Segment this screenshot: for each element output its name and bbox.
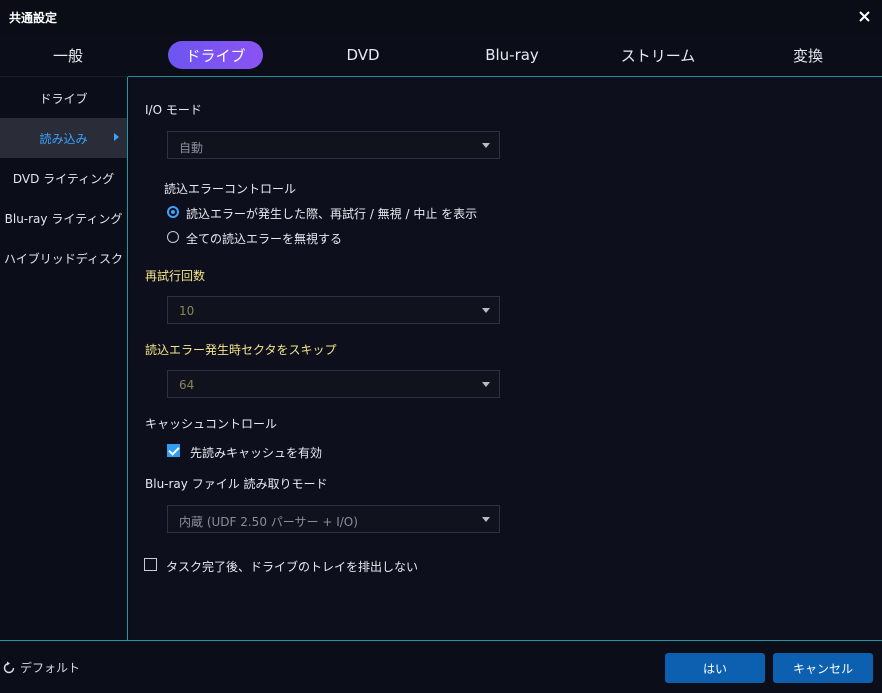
tab-stream[interactable]: ストリーム [613, 41, 703, 69]
bluray-read-mode-value: 内蔵 (UDF 2.50 パーサー + I/O) [179, 515, 358, 529]
no-eject-checkbox[interactable] [144, 558, 157, 571]
skip-sectors-select[interactable]: 64 [167, 370, 500, 398]
io-mode-value: 自動 [179, 141, 204, 155]
sidebar-item-label: 読み込み [39, 131, 88, 146]
window-title: 共通設定 [9, 11, 58, 25]
sidebar-item-read[interactable]: 読み込み [0, 118, 127, 158]
retry-count-value: 10 [179, 304, 195, 318]
cache-control-label: キャッシュコントロール [145, 417, 278, 431]
retry-count-label: 再試行回数 [145, 269, 206, 283]
io-mode-label: I/O モード [145, 103, 202, 117]
bluray-read-mode-select[interactable]: 内蔵 (UDF 2.50 パーサー + I/O) [167, 505, 500, 533]
tab-general[interactable]: 一般 [28, 41, 108, 69]
chevron-down-icon [482, 308, 490, 313]
chevron-right-icon [114, 133, 119, 141]
ok-button[interactable]: はい [665, 653, 765, 683]
chevron-down-icon [482, 382, 490, 387]
sidebar-item-label: ドライブ [39, 91, 88, 106]
sidebar-item-label: ハイブリッドディスク [4, 251, 123, 266]
reset-icon [3, 661, 15, 673]
skip-sectors-value: 64 [179, 378, 195, 392]
prefetch-cache-checkbox[interactable] [167, 444, 180, 457]
title-bar: 共通設定 [0, 0, 882, 34]
cancel-button[interactable]: キャンセル [773, 653, 873, 683]
tab-dvd[interactable]: DVD [323, 41, 403, 69]
sidebar-item-bluray-writing[interactable]: Blu-ray ライティング [0, 198, 127, 238]
settings-dialog: 共通設定 一般 ドライブ DVD Blu-ray ストリーム 変換 ドライブ 読… [0, 0, 882, 693]
retry-count-select[interactable]: 10 [167, 296, 500, 324]
radio-show-prompt-label: 読込エラーが発生した際、再試行 / 無視 / 中止 を表示 [186, 207, 478, 221]
dialog-footer: デフォルト はい キャンセル [0, 640, 882, 693]
close-button[interactable] [852, 4, 876, 28]
sidebar-divider [0, 76, 128, 77]
read-error-control-label: 読込エラーコントロール [164, 182, 297, 196]
radio-ignore-all-label: 全ての読込エラーを無視する [186, 232, 343, 246]
sidebar: ドライブ 読み込み DVD ライティング Blu-ray ライティング ハイブリ… [0, 76, 128, 640]
prefetch-cache-label: 先読みキャッシュを有効 [190, 446, 323, 460]
sidebar-item-label: Blu-ray ライティング [4, 211, 123, 226]
chevron-down-icon [482, 517, 490, 522]
skip-sectors-label: 読込エラー発生時セクタをスキップ [145, 343, 337, 357]
sidebar-item-label: DVD ライティング [12, 171, 115, 186]
bluray-read-mode-label: Blu-ray ファイル 読み取りモード [145, 477, 328, 491]
radio-show-prompt[interactable] [167, 206, 179, 218]
default-label: デフォルト [20, 661, 81, 675]
sidebar-item-hybrid-disc[interactable]: ハイブリッドディスク [0, 238, 127, 278]
no-eject-label: タスク完了後、ドライブのトレイを排出しない [166, 560, 419, 574]
io-mode-select[interactable]: 自動 [167, 131, 500, 159]
radio-ignore-all[interactable] [167, 231, 179, 243]
sidebar-item-drive[interactable]: ドライブ [0, 78, 127, 118]
default-button[interactable]: デフォルト [2, 659, 80, 676]
settings-panel: I/O モード 自動 読込エラーコントロール 読込エラーが発生した際、再試行 /… [129, 77, 882, 640]
close-icon [858, 10, 870, 22]
top-tabs: 一般 ドライブ DVD Blu-ray ストリーム 変換 [0, 36, 882, 76]
sidebar-item-dvd-writing[interactable]: DVD ライティング [0, 158, 127, 198]
tab-convert[interactable]: 変換 [768, 41, 848, 69]
tab-drive[interactable]: ドライブ [168, 41, 263, 69]
tab-bluray[interactable]: Blu-ray [472, 41, 552, 69]
chevron-down-icon [482, 143, 490, 148]
